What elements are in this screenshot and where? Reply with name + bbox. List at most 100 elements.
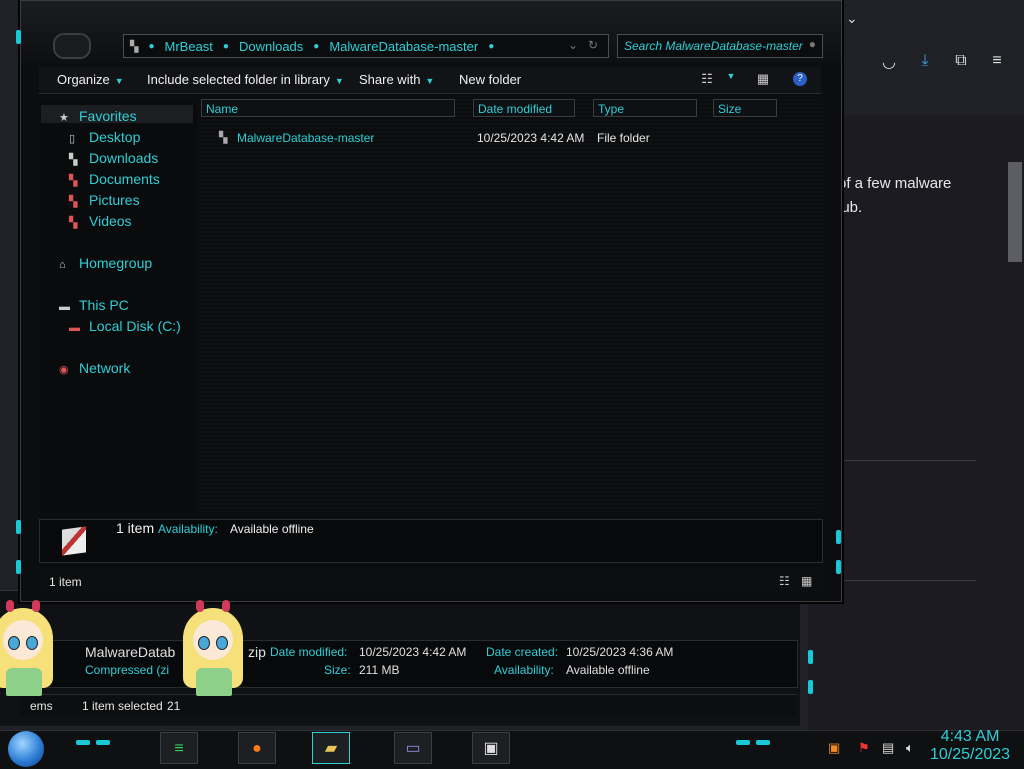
breadcrumb-downloads[interactable]: Downloads (239, 39, 303, 54)
back-forward-button[interactable] (53, 33, 91, 59)
browser-toolbar: ◡ ⤓ ⧉ ≡ (880, 52, 1006, 72)
date-modified-value: 10/25/2023 4:42 AM (359, 645, 467, 659)
videos-icon: ▚ (69, 217, 78, 229)
taskbar (0, 730, 1024, 769)
taskbar-accent (736, 740, 750, 745)
explorer-window: ▚ ● MrBeast ● Downloads ● MalwareDatabas… (20, 0, 842, 602)
chevron-down-icon[interactable]: ▼ (723, 71, 739, 87)
app-window-icon[interactable]: ▭ (394, 732, 432, 764)
help-icon[interactable]: ? (793, 72, 807, 86)
date-modified-label: Date modified: (270, 645, 348, 659)
folder-icon: ▚ (219, 132, 228, 144)
separator-icon: ● (148, 40, 155, 52)
pictures-icon: ▚ (69, 196, 78, 208)
availability-label: Availability: (494, 663, 554, 677)
nav-documents[interactable]: ▚ Documents (69, 171, 160, 187)
history-dropdown-icon[interactable]: ⌄ (568, 38, 578, 52)
frame-accent (16, 520, 21, 534)
folder-icon (62, 526, 86, 556)
nav-local-disk[interactable]: ▬ Local Disk (C:) (69, 318, 181, 334)
include-library-button[interactable]: Include selected folder in library ▼ (147, 72, 344, 87)
extensions-icon[interactable]: ⧉ (952, 52, 970, 72)
divider (838, 580, 976, 581)
spotify-app-icon[interactable]: ≡ (160, 732, 198, 764)
nav-downloads[interactable]: ▚ Downloads (69, 150, 158, 166)
nav-network[interactable]: ◉ Network (59, 360, 130, 376)
downloads-icon: ▚ (69, 154, 78, 166)
folder-icon: ▚ (130, 40, 139, 53)
status-bar: 1 item ☷ ▦ (39, 571, 821, 593)
browser-scrollbar[interactable] (1008, 162, 1022, 262)
size-value: 211 MB (359, 663, 400, 677)
status-num: 21 (167, 699, 181, 713)
preview-pane-icon[interactable]: ▦ (755, 71, 771, 87)
share-with-button[interactable]: Share with ▼ (359, 72, 434, 87)
separator-icon: ● (488, 40, 495, 52)
nav-favorites[interactable]: ★ Favorites (59, 108, 137, 124)
download-icon[interactable]: ⤓ (916, 52, 934, 72)
action-center-icon[interactable]: ⚑ (858, 740, 870, 756)
nav-label: Favorites (79, 108, 137, 124)
search-icon[interactable]: ● (809, 37, 816, 51)
network-icon: ◉ (59, 364, 69, 376)
taskbar-accent (76, 740, 90, 745)
large-icons-view-icon[interactable]: ▦ (801, 574, 812, 588)
volume-icon[interactable]: 🔈︎ (906, 740, 914, 756)
explorer-app-icon[interactable]: ▰ (312, 732, 350, 764)
network-icon[interactable]: ▤ (882, 740, 894, 756)
details-view-icon[interactable]: ☷ (779, 574, 790, 588)
file-date: 10/25/2023 4:42 AM (477, 131, 585, 145)
star-icon: ★ (59, 112, 69, 124)
system-clock[interactable]: 4:43 AM 10/25/2023 (930, 728, 1010, 764)
cartoon-character (0, 598, 58, 698)
menu-icon[interactable]: ≡ (988, 52, 1006, 72)
organize-button[interactable]: Organize ▼ (57, 72, 124, 87)
pocket-icon[interactable]: ◡ (880, 52, 898, 72)
size-label: Size: (324, 663, 351, 677)
frame-accent (16, 560, 21, 574)
details-pane: 1 item Availability: Available offline (39, 519, 823, 563)
nav-label: This PC (79, 297, 129, 313)
refresh-icon[interactable]: ↻ (588, 38, 598, 52)
status-items: ems (30, 699, 53, 713)
zip-file-kind: Compressed (zi (85, 663, 170, 677)
nav-homegroup[interactable]: ⌂ Homegroup (59, 255, 152, 271)
file-type: File folder (597, 131, 650, 145)
search-input[interactable]: Search MalwareDatabase-master ● (617, 34, 823, 58)
column-date-modified[interactable]: Date modified (473, 99, 575, 117)
app-icon[interactable]: ▣ (472, 732, 510, 764)
file-name[interactable]: MalwareDatabase-master (237, 131, 374, 145)
chevron-down-icon[interactable]: ⌄ (846, 10, 858, 27)
view-options-icon[interactable]: ☷ (699, 71, 715, 87)
zip-file-name: MalwareDatab (85, 644, 176, 660)
browser-text-line: of a few malware (838, 175, 952, 192)
new-folder-button[interactable]: New folder (459, 72, 521, 87)
address-bar[interactable]: ▚ ● MrBeast ● Downloads ● MalwareDatabas… (123, 34, 609, 58)
status-bar-2: ems 1 item selected 21 (20, 694, 796, 717)
column-size[interactable]: Size (713, 99, 777, 117)
nav-label: Videos (89, 213, 132, 229)
column-name[interactable]: Name (201, 99, 455, 117)
file-list: Name Date modified Type Size ▚ MalwareDa… (199, 97, 821, 511)
firefox-app-icon[interactable]: ● (238, 732, 276, 764)
separator-icon: ● (222, 40, 229, 52)
taskbar-accent (96, 740, 110, 745)
nav-this-pc[interactable]: ▬ This PC (59, 297, 129, 313)
nav-label: Local Disk (C:) (89, 318, 181, 334)
column-type[interactable]: Type (593, 99, 697, 117)
divider (838, 460, 976, 461)
browser-text-line: lub. (838, 199, 863, 216)
nav-videos[interactable]: ▚ Videos (69, 213, 132, 229)
breadcrumb-current[interactable]: MalwareDatabase-master (329, 39, 478, 54)
nav-desktop[interactable]: ▯ Desktop (69, 129, 140, 145)
start-button[interactable] (8, 731, 44, 767)
breadcrumb-mrbeast[interactable]: MrBeast (165, 39, 213, 54)
taskbar-accent (756, 740, 770, 745)
status-selected: 1 item selected (82, 699, 163, 713)
nav-pictures[interactable]: ▚ Pictures (69, 192, 140, 208)
tray-app-icon[interactable]: ▣ (828, 740, 840, 756)
status-count: 1 item (49, 575, 82, 589)
nav-label: Homegroup (79, 255, 153, 271)
disk-icon: ▬ (69, 322, 80, 334)
nav-label: Network (79, 360, 131, 376)
